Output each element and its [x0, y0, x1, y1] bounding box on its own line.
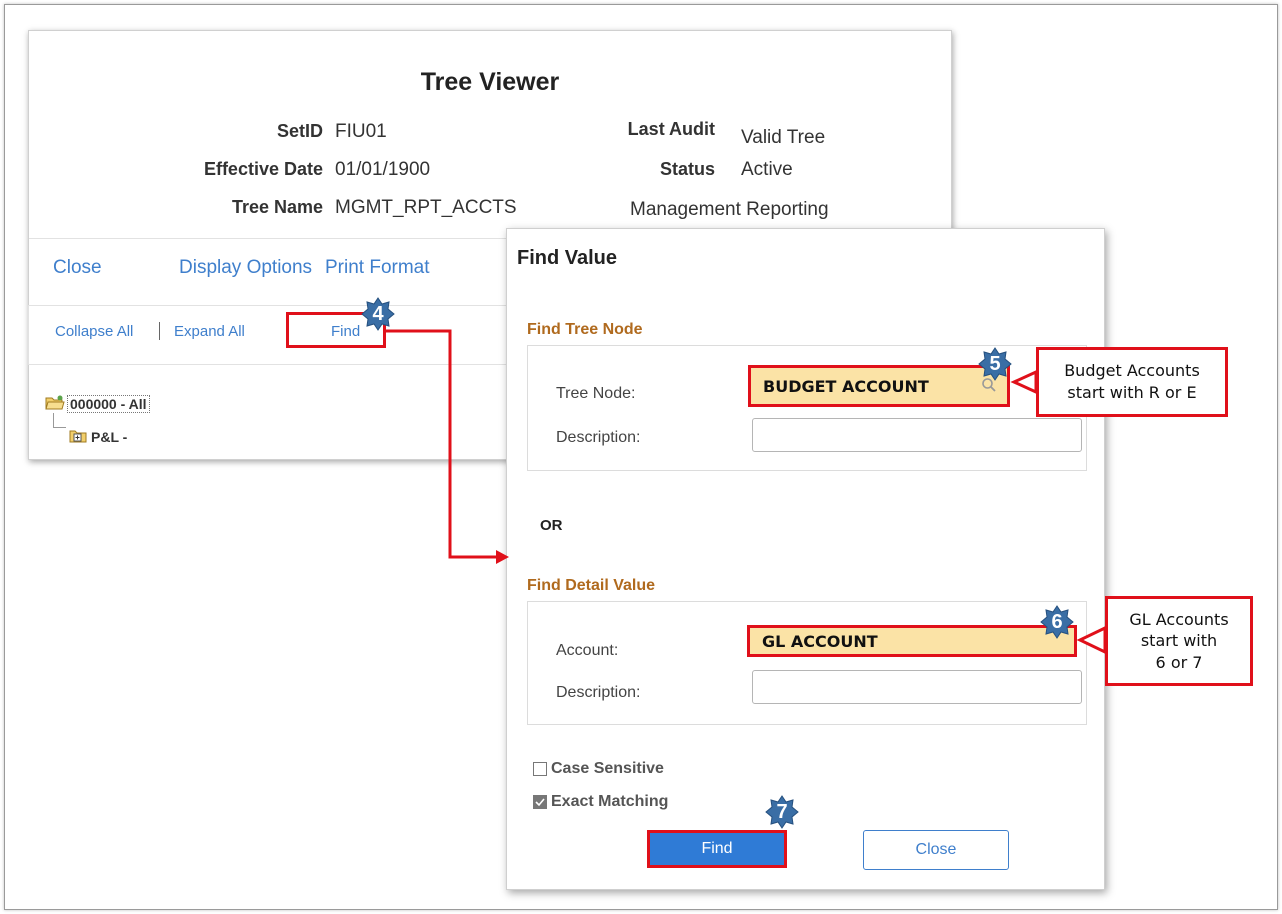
print-format-link[interactable]: Print Format: [325, 257, 430, 279]
tree-name-value: MGMT_RPT_ACCTS: [335, 197, 517, 218]
account-description-label: Description:: [556, 684, 641, 701]
status-label: Status: [659, 159, 715, 179]
tree-node-description-input[interactable]: [752, 418, 1082, 452]
callout-budget-accounts: Budget Accounts start with R or E: [1036, 347, 1228, 417]
tree-node-description-label: Description:: [556, 429, 641, 446]
setid-value: FIU01: [335, 121, 387, 142]
account-label: Account:: [556, 642, 619, 659]
account-input[interactable]: GL ACCOUNT: [747, 625, 1077, 657]
tree-child-node[interactable]: P&L -: [91, 429, 127, 445]
callout-gl-accounts: GL Accounts start with 6 or 7: [1105, 596, 1253, 686]
last-audit-value: Valid Tree: [741, 127, 826, 148]
tree-connector: [53, 413, 66, 428]
or-label: OR: [540, 517, 563, 534]
callout6-line2: start with: [1140, 631, 1218, 651]
display-options-link[interactable]: Display Options: [179, 257, 312, 279]
close-button[interactable]: Close: [863, 830, 1009, 870]
effective-date-value: 01/01/1900: [335, 159, 431, 180]
step-7-number: 7: [776, 800, 788, 823]
last-audit-label: Last Audit: [627, 119, 715, 139]
tree-node-input-value: BUDGET ACCOUNT: [763, 376, 929, 396]
find-detail-value-heading: Find Detail Value: [527, 577, 656, 594]
step-4-number: 4: [372, 302, 384, 325]
exact-matching-box[interactable]: [533, 795, 547, 809]
callout6-line1: GL Accounts: [1129, 609, 1229, 629]
step-7-badge: 7: [765, 795, 799, 829]
expand-folder-icon[interactable]: [69, 429, 87, 448]
callout5-line1: Budget Accounts: [1064, 361, 1200, 381]
case-sensitive-box[interactable]: [533, 762, 547, 776]
tree-name-label: Tree Name: [231, 197, 323, 217]
exact-matching-label: Exact Matching: [551, 793, 669, 810]
tree-node-input[interactable]: BUDGET ACCOUNT: [748, 365, 1010, 407]
tree-root-node[interactable]: 000000 - All: [67, 395, 150, 413]
effective-date-label: Effective Date: [203, 159, 323, 179]
step-6-number: 6: [1051, 610, 1063, 633]
account-input-value: GL ACCOUNT: [762, 631, 878, 651]
find-detail-value-group: Account: Description:: [527, 601, 1087, 725]
tree-node-label: Tree Node:: [556, 385, 636, 402]
case-sensitive-checkbox[interactable]: Case Sensitive: [533, 760, 664, 778]
step-4-badge: 4: [361, 297, 395, 331]
find-value-dialog: Find Value Find Tree Node Tree Node: Des…: [506, 228, 1105, 890]
account-description-input[interactable]: [752, 670, 1082, 704]
exact-matching-checkbox[interactable]: Exact Matching: [533, 793, 668, 811]
callout5-line2: start with R or E: [1067, 383, 1197, 402]
tree-description: Management Reporting: [630, 199, 829, 220]
dialog-title: Find Value: [517, 247, 618, 269]
find-tree-node-heading: Find Tree Node: [527, 321, 643, 338]
step-5-number: 5: [989, 352, 1001, 375]
case-sensitive-label: Case Sensitive: [551, 760, 664, 777]
status-value: Active: [741, 159, 793, 180]
callout6-line3: 6 or 7: [1155, 652, 1203, 672]
step-6-badge: 6: [1040, 605, 1074, 639]
page-title: Tree Viewer: [420, 68, 560, 96]
setid-label: SetID: [276, 121, 323, 141]
step-5-badge: 5: [978, 347, 1012, 381]
close-link[interactable]: Close: [53, 257, 102, 279]
find-button[interactable]: Find: [647, 830, 787, 868]
